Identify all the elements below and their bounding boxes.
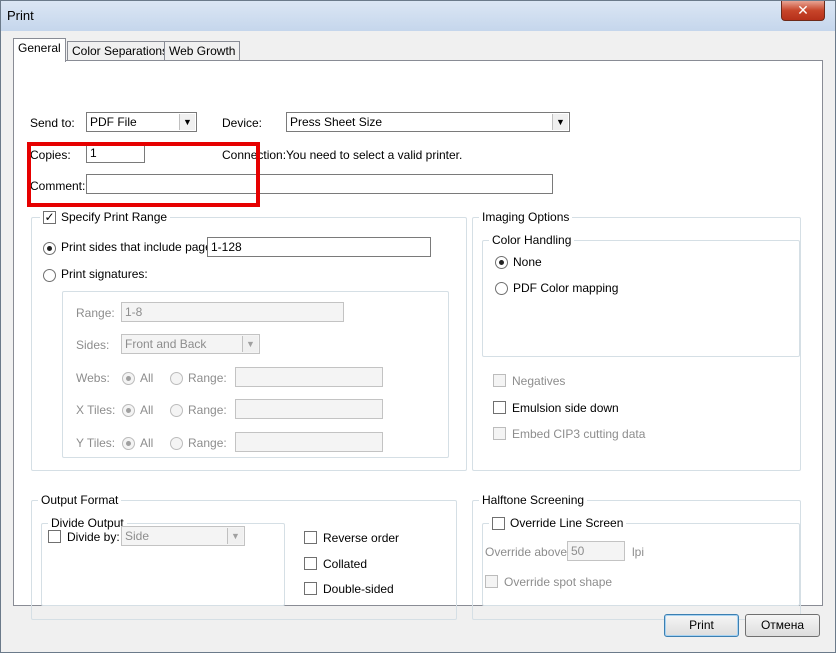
device-select[interactable]: Press Sheet Size ▼ [286,112,570,132]
pdf-color-mapping-radio[interactable] [495,282,508,295]
ytiles-all-radio[interactable] [122,437,135,450]
chevron-down-icon: ▼ [552,114,568,130]
chevron-down-icon: ▼ [227,528,243,544]
annotation-highlight [27,142,260,207]
ytiles-range-label: Range: [188,436,227,450]
print-dialog: Print ✕ General Color Separations Web Gr… [0,0,836,653]
xtiles-all-radio[interactable] [122,404,135,417]
sides-select[interactable]: Front and Back ▼ [121,334,260,354]
ytiles-all-label: All [140,436,154,450]
color-handling-legend: Color Handling [489,233,575,247]
range-field[interactable]: 1-8 [121,302,344,322]
emulsion-label: Emulsion side down [512,401,619,415]
cip3-checkbox[interactable] [493,427,506,440]
divide-output-legend: Divide Output [48,516,127,530]
dialog-client: General Color Separations Web Growth Sen… [9,31,827,646]
print-range-legend: ✓ Specify Print Range [40,210,171,224]
override-above-field[interactable]: 50 [567,541,625,561]
negatives-label: Negatives [512,374,566,388]
double-sided-label: Double-sided [323,582,394,596]
divide-by-select[interactable]: Side ▼ [121,526,245,546]
tab-general[interactable]: General [13,38,66,62]
tab-web-growth[interactable]: Web Growth [164,41,241,61]
divide-by-value: Side [125,529,150,543]
cancel-button[interactable]: Отмена [745,614,820,637]
print-signatures-radio[interactable] [43,269,56,282]
range-label: Range: [76,306,115,320]
sides-value: Front and Back [125,337,207,351]
override-line-screen-group: Override Line Screen Override above: 50 … [482,516,800,606]
ytiles-label: Y Tiles: [76,436,116,450]
override-spot-shape-label: Override spot shape [504,575,613,589]
emulsion-checkbox[interactable] [493,401,506,414]
send-to-label: Send to: [30,116,75,130]
sides-label: Sides: [76,338,110,352]
imaging-options-group: Imaging Options Color Handling None PDF … [472,210,801,471]
xtiles-range-field[interactable] [235,399,383,419]
print-sides-label: Print sides that include pages: [61,240,222,254]
override-above-label: Override above: [485,545,571,559]
print-sides-field[interactable]: 1-128 [207,237,431,257]
double-sided-checkbox[interactable] [304,582,317,595]
window-title: Print [7,8,34,23]
output-format-group: Output Format Divide Output Divide by: S… [31,493,457,620]
ytiles-range-field[interactable] [235,432,383,452]
signatures-subgroup: Range: 1-8 Sides: Front and Back ▼ Webs:… [62,291,449,458]
override-line-screen-checkbox[interactable] [492,516,505,530]
print-sides-radio[interactable] [43,242,56,255]
device-value: Press Sheet Size [290,115,383,129]
lpi-label: lpi [632,545,645,559]
connection-value: You need to select a valid printer. [286,148,463,162]
color-none-radio[interactable] [495,256,508,269]
webs-all-radio[interactable] [122,372,135,385]
print-signatures-label: Print signatures: [61,267,148,281]
specify-print-range-checkbox[interactable]: ✓ [43,210,56,224]
collated-checkbox[interactable] [304,557,317,570]
reverse-order-checkbox[interactable] [304,531,317,544]
negatives-checkbox[interactable] [493,374,506,387]
close-icon: ✕ [797,2,809,18]
webs-label: Webs: [76,371,110,385]
color-handling-group: Color Handling None PDF Color mapping [482,233,800,357]
divide-by-label: Divide by: [67,530,120,544]
send-to-value: PDF File [90,115,137,129]
xtiles-all-label: All [140,403,154,417]
specify-print-range-label: Specify Print Range [61,210,168,224]
divide-output-group: Divide Output Divide by: Side ▼ [41,516,285,606]
divide-by-checkbox[interactable] [48,530,61,543]
webs-range-label: Range: [188,371,227,385]
webs-range-radio[interactable] [170,372,183,385]
halftone-legend: Halftone Screening [479,493,588,507]
send-to-select[interactable]: PDF File ▼ [86,112,197,132]
override-line-screen-legend: Override Line Screen [489,516,627,530]
webs-range-field[interactable] [235,367,383,387]
imaging-options-legend: Imaging Options [479,210,573,224]
xtiles-label: X Tiles: [76,403,116,417]
webs-all-label: All [140,371,154,385]
output-format-legend: Output Format [38,493,122,507]
ytiles-range-radio[interactable] [170,437,183,450]
title-bar: Print ✕ [1,1,835,31]
xtiles-range-label: Range: [188,403,227,417]
cip3-label: Embed CIP3 cutting data [512,427,646,441]
chevron-down-icon: ▼ [179,114,195,130]
color-none-label: None [513,255,542,269]
print-range-group: ✓ Specify Print Range Print sides that i… [31,210,467,471]
override-spot-shape-checkbox[interactable] [485,575,498,588]
chevron-down-icon: ▼ [242,336,258,352]
xtiles-range-radio[interactable] [170,404,183,417]
device-label: Device: [222,116,263,130]
halftone-group: Halftone Screening Override Line Screen … [472,493,801,620]
tab-color-separations[interactable]: Color Separations [67,41,174,61]
reverse-order-label: Reverse order [323,531,400,545]
collated-label: Collated [323,557,368,571]
print-button[interactable]: Print [664,614,739,637]
close-button[interactable]: ✕ [781,1,825,21]
pdf-color-mapping-label: PDF Color mapping [513,281,619,295]
override-line-screen-label: Override Line Screen [510,516,624,530]
